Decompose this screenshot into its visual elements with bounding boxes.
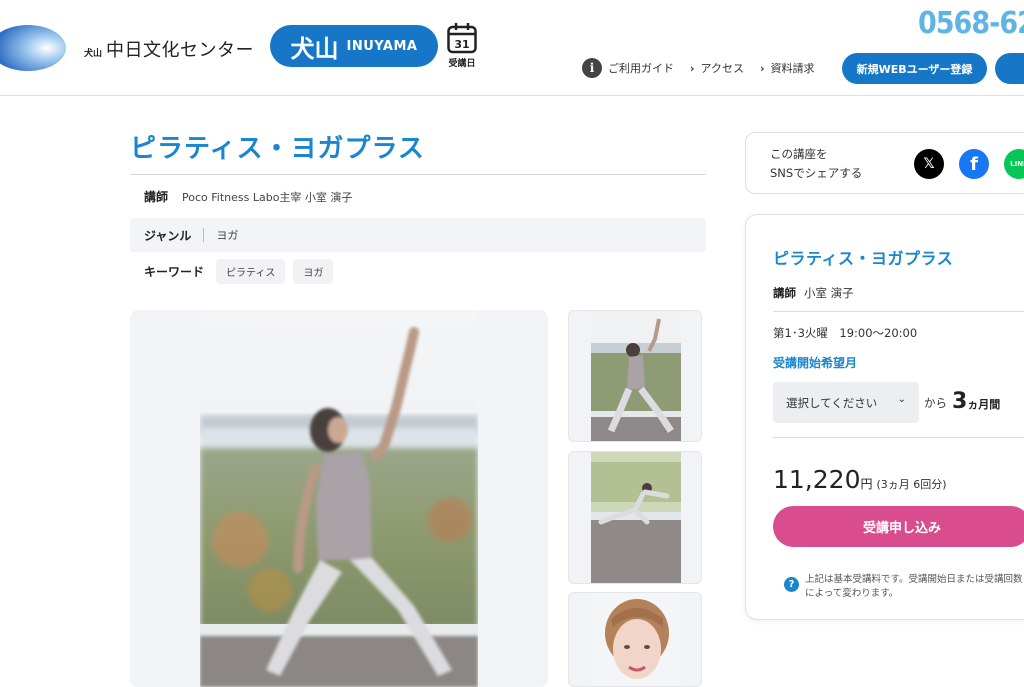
nav-request[interactable]: › 資料請求: [760, 60, 815, 76]
duration: 3 ヵ月間: [952, 389, 1000, 415]
price-note-text: 上記は基本受講料です。受講開始日または受講回数によって変わります。: [805, 574, 1023, 599]
nav-access[interactable]: › アクセス: [690, 60, 744, 76]
main-photo-frame[interactable]: [130, 310, 548, 687]
chevron-down-icon: ⌄: [897, 394, 906, 405]
price: 11,220 円 (3ヵ月 6回分): [773, 465, 947, 494]
schedule-calendar-link[interactable]: 31 受講日: [446, 22, 478, 69]
start-month-label: 受講開始希望月: [773, 356, 858, 370]
from-text: から: [924, 396, 947, 410]
thumbnail-photo: [591, 311, 681, 441]
price-note: ? 上記は基本受講料です。受講開始日または受講回数によって変わります。: [784, 573, 1024, 601]
order-course-title: ピラティス・ヨガプラス: [773, 249, 954, 268]
genre-value[interactable]: ヨガ: [216, 227, 238, 243]
keyword-label: キーワード: [144, 265, 205, 279]
calendar-day: 31: [454, 38, 469, 51]
schedule-text: 第1･3火曜 19:00〜20:00: [773, 326, 918, 340]
calendar-icon: 31: [447, 23, 477, 54]
phone-number[interactable]: 0568-62: [918, 6, 1024, 41]
line-share-icon[interactable]: LINE: [1004, 149, 1024, 179]
divider: [773, 437, 1024, 438]
facebook-share-icon[interactable]: f: [959, 149, 989, 179]
main-photo: [200, 310, 478, 687]
keyword-tag[interactable]: ピラティス: [216, 259, 286, 284]
share-text: この講座を SNSでシェアする: [770, 145, 862, 183]
order-box: ピラティス・ヨガプラス 講師 小室 演子 第1･3火曜 19:00〜20:00 …: [745, 214, 1024, 620]
price-unit: 円: [860, 477, 873, 491]
teacher-value: Poco Fitness Labo主宰 小室 演子: [182, 190, 353, 204]
divider: [203, 228, 205, 242]
order-teacher-row: 講師 小室 演子: [773, 285, 854, 301]
thumbnail[interactable]: [568, 451, 702, 584]
register-button[interactable]: 新規WEBユーザー登録: [842, 53, 987, 84]
chevron-right-icon: ›: [690, 61, 695, 75]
duration-unit: ヵ月間: [967, 398, 1001, 411]
divider: [130, 174, 706, 175]
nav-guide-label: ご利用ガイド: [608, 62, 674, 75]
start-month-select-value: 選択してください: [786, 395, 878, 410]
share-line2: SNSでシェアする: [770, 166, 863, 180]
keyword-row: キーワード ピラティス ヨガ: [144, 259, 334, 284]
branch-badge[interactable]: 犬山 INUYAMA: [270, 25, 438, 67]
header-nav: i ご利用ガイド › アクセス › 資料請求: [582, 58, 815, 78]
logo-name: 中日文化センター: [106, 40, 255, 61]
nav-request-label: 資料請求: [770, 62, 815, 75]
x-share-icon[interactable]: 𝕏: [914, 149, 944, 179]
logo-mark-icon[interactable]: [0, 24, 68, 72]
nav-access-label: アクセス: [700, 62, 744, 75]
start-month-select[interactable]: 選択してください ⌄: [773, 382, 919, 423]
site-header: 犬山 中日文化センター 犬山 INUYAMA 31 受講日 0568-62 i …: [0, 0, 1024, 96]
calendar-label: 受講日: [448, 59, 476, 69]
price-detail: (3ヵ月 6回分): [876, 478, 947, 491]
share-box: この講座を SNSでシェアする 𝕏 f LINE: [745, 132, 1024, 194]
genre-row: ジャンル ヨガ: [130, 218, 706, 252]
chevron-right-icon: ›: [760, 61, 765, 75]
site-logo[interactable]: 犬山 中日文化センター: [84, 36, 254, 62]
login-button[interactable]: [995, 53, 1024, 84]
teacher-row: 講師 Poco Fitness Labo主宰 小室 演子: [144, 188, 352, 205]
apply-button[interactable]: 受講申し込み: [773, 506, 1024, 547]
thumbnail[interactable]: [568, 310, 702, 442]
genre-label: ジャンル: [144, 228, 192, 243]
thumbnail-photo: [591, 593, 681, 686]
divider: [773, 311, 1024, 312]
question-icon: ?: [784, 577, 799, 592]
thumbnail-photo: [591, 452, 681, 583]
share-line1: この講座を: [770, 147, 828, 161]
info-icon: i: [582, 58, 602, 78]
price-value: 11,220: [773, 465, 861, 494]
course-title: ピラティス・ヨガプラス: [130, 134, 425, 164]
thumbnail[interactable]: [568, 592, 702, 687]
order-teacher-label: 講師: [773, 286, 796, 300]
order-teacher-value: 小室 演子: [804, 286, 854, 300]
nav-guide[interactable]: i ご利用ガイド: [582, 58, 674, 78]
logo-branch-small: 犬山: [84, 49, 103, 59]
teacher-label: 講師: [144, 190, 169, 204]
keyword-tag[interactable]: ヨガ: [293, 259, 334, 284]
branch-kanji: 犬山: [290, 34, 339, 63]
branch-en: INUYAMA: [346, 38, 418, 54]
duration-number: 3: [952, 389, 968, 414]
